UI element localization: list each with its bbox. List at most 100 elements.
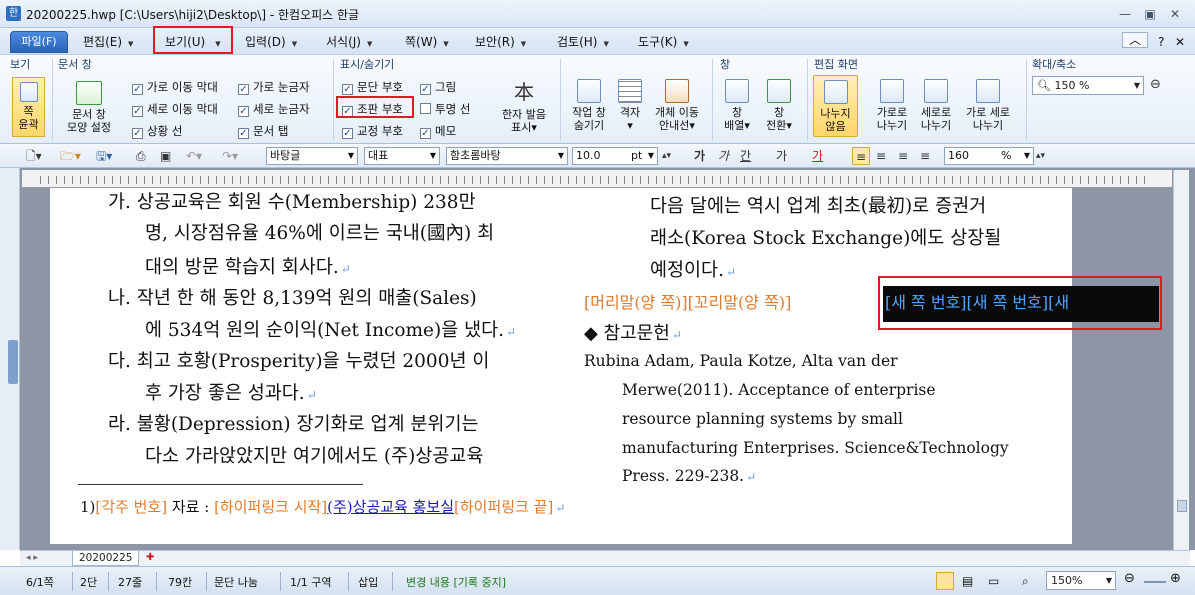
print-icon[interactable]: ⎙: [136, 147, 146, 165]
checkbox-paragraph-mark[interactable]: ✓ 문단 부호: [342, 80, 403, 95]
zoom-out-icon[interactable]: ⊖: [1150, 77, 1161, 92]
menu-format[interactable]: 서식(J) ▼: [323, 32, 375, 52]
menu-review[interactable]: 검토(H) ▼: [554, 32, 612, 52]
web-view-icon[interactable]: ▭: [988, 574, 999, 588]
preview-icon[interactable]: ▣: [160, 147, 171, 165]
tab-20200225[interactable]: 20200225: [72, 551, 140, 566]
menu-insert[interactable]: 입력(D) ▼: [242, 32, 300, 52]
reference-line: Merwe(2011). Acceptance of enterprise: [622, 381, 936, 399]
reference-line: resource planning systems by small: [622, 410, 903, 428]
status-track-changes[interactable]: 변경 내용 [기록 중지]: [406, 574, 506, 590]
zoom-out-icon[interactable]: ⊖: [1124, 571, 1135, 586]
zoom-in-icon[interactable]: ⊕: [1170, 571, 1181, 586]
redo-icon[interactable]: ↷▾: [222, 147, 238, 165]
strike-button[interactable]: 가: [776, 147, 787, 165]
align-justify-icon[interactable]: ≡: [852, 147, 870, 165]
menu-page[interactable]: 쪽(W) ▼: [402, 32, 452, 52]
font-color-button[interactable]: 가: [812, 147, 823, 165]
menu-tools[interactable]: 도구(K) ▼: [635, 32, 692, 52]
group-title-view: 보기: [10, 58, 31, 71]
checkbox-proof-marks[interactable]: ✓ 교정 부호: [342, 124, 403, 139]
checkbox-transparent-line[interactable]: 투명 선: [420, 102, 470, 117]
grid-button[interactable]: 격자 ▾: [614, 79, 646, 132]
close-button[interactable]: ✕: [1166, 6, 1184, 22]
align-center-icon[interactable]: ≡: [898, 147, 908, 165]
hwp-app-icon[interactable]: 한: [6, 6, 21, 21]
checkbox-memo[interactable]: ✓ 메모: [420, 124, 456, 139]
style-select[interactable]: 바탕글 ▼: [266, 147, 358, 165]
maximize-button[interactable]: ▣: [1141, 6, 1159, 22]
chevron-down-icon: ▼: [128, 40, 134, 48]
vertical-scrollbar[interactable]: [1173, 170, 1189, 550]
paragraph-line: 명, 시장점유율 46%에 이르는 국내(國內) 최: [145, 223, 495, 244]
footnote-hyperlink[interactable]: (주)상공교육 홍보실: [327, 498, 454, 516]
doc-window-style-button[interactable]: 문서 창 모양 설정: [58, 81, 120, 134]
minimize-button[interactable]: —: [1116, 6, 1134, 22]
ribbon-collapse-button[interactable]: ︿: [1122, 32, 1148, 48]
close-doc-icon[interactable]: ✕: [1172, 32, 1188, 52]
zoom-slider[interactable]: [1144, 581, 1166, 583]
font-size-input[interactable]: 10.0 pt ▼: [572, 147, 658, 165]
menu-edit[interactable]: 편집(E) ▼: [80, 32, 136, 52]
help-icon[interactable]: ?: [1155, 32, 1167, 52]
status-insert-mode[interactable]: 삽입: [358, 574, 378, 590]
menu-security[interactable]: 보안(R) ▼: [472, 32, 529, 52]
split-vertical-button[interactable]: 세로로 나누기: [912, 79, 960, 132]
chevron-down-icon: ▼: [291, 40, 298, 48]
save-icon[interactable]: 🖫▾: [96, 147, 112, 165]
divider: [560, 59, 561, 141]
checkbox-horizontal-ruler[interactable]: ✓ 가로 눈금자: [238, 80, 310, 95]
draft-view-icon[interactable]: ▤: [962, 574, 973, 588]
status-zoom-select[interactable]: 150% ▼: [1046, 571, 1116, 590]
checkbox-vertical-scrollbar[interactable]: ✓ 세로 이동 막대: [132, 102, 218, 117]
paragraph-line: 라. 불황(Depression) 장기화로 업계 분위기는: [108, 414, 479, 435]
page-view-icon[interactable]: [936, 572, 954, 590]
split-horizontal-button[interactable]: 가로로 나누기: [866, 79, 918, 132]
ribbon-zoom-select[interactable]: 🔍︎ 150 % ▼: [1032, 76, 1144, 95]
font-select[interactable]: 함초롬바탕 ▼: [446, 147, 568, 165]
status-section: 1/1 구역: [290, 576, 332, 589]
page-outline-button[interactable]: 쪽 윤곽: [12, 77, 45, 137]
arrange-window-button[interactable]: 창 배열▾: [716, 79, 758, 132]
align-left-icon[interactable]: ≡: [876, 147, 886, 165]
scroll-thumb[interactable]: [1177, 500, 1187, 512]
line-spacing-input[interactable]: 160% ▼: [944, 147, 1034, 165]
bold-button[interactable]: 가: [694, 147, 705, 165]
check-icon: ✓: [342, 128, 353, 139]
undo-icon[interactable]: ↶▾: [186, 147, 202, 165]
font-language-select[interactable]: 대표 ▼: [364, 147, 440, 165]
checkbox-status-line[interactable]: ✓ 상황 선: [132, 124, 182, 139]
reference-heading: ◆ 참고문헌 ↵: [584, 323, 682, 344]
object-guide-button[interactable]: 개체 이동 안내선▾: [648, 79, 706, 132]
open-folder-icon[interactable]: 🗁▾: [60, 147, 81, 165]
switch-window-button[interactable]: 창 전환▾: [758, 79, 800, 132]
size-stepper[interactable]: ▴▾: [662, 147, 671, 165]
align-right-icon[interactable]: ≡: [920, 147, 930, 165]
group-title-doc-window: 문서 창: [58, 58, 92, 71]
magnifier-icon[interactable]: ⌕: [1022, 574, 1029, 589]
no-split-button[interactable]: 나누지 않음: [813, 75, 858, 137]
italic-button[interactable]: 가: [718, 147, 729, 165]
new-document-icon[interactable]: 🗋▾: [26, 147, 42, 165]
hanja-pronunciation-button[interactable]: 本 한자 발음 표시▾: [494, 79, 554, 134]
side-panel-toggle[interactable]: [8, 340, 18, 384]
status-line: 27줄: [118, 576, 143, 589]
underline-button[interactable]: 간: [740, 147, 751, 165]
split-both-button[interactable]: 가로 세로 나누기: [958, 79, 1018, 132]
split-vertical-icon: [924, 79, 948, 103]
group-title-zoom: 확대/축소: [1032, 58, 1077, 71]
chevron-down-icon[interactable]: ▼: [1134, 77, 1140, 94]
document-tab-bar: ◂ ▸ 20200225 ✚: [20, 550, 1190, 566]
checkbox-horizontal-scrollbar[interactable]: ✓ 가로 이동 막대: [132, 80, 218, 95]
checkbox-picture[interactable]: ✓ 그림: [420, 80, 456, 95]
checkbox-doc-tab[interactable]: ✓ 문서 탭: [238, 124, 288, 139]
menu-file[interactable]: 파일(F): [10, 31, 68, 53]
new-tab-icon[interactable]: ✚: [146, 552, 154, 563]
tab-scroll-arrows[interactable]: ◂ ▸: [26, 553, 38, 563]
checkbox-vertical-ruler[interactable]: ✓ 세로 눈금자: [238, 102, 310, 117]
spacing-stepper[interactable]: ▴▾: [1036, 147, 1045, 165]
task-window-hide-button[interactable]: 작업 창 숨기기: [564, 79, 614, 132]
divider: [807, 59, 808, 141]
header-footer-codes[interactable]: [머리말(양 쪽)][꼬리말(양 쪽)]: [584, 289, 791, 313]
chevron-down-icon: ▼: [647, 151, 654, 160]
